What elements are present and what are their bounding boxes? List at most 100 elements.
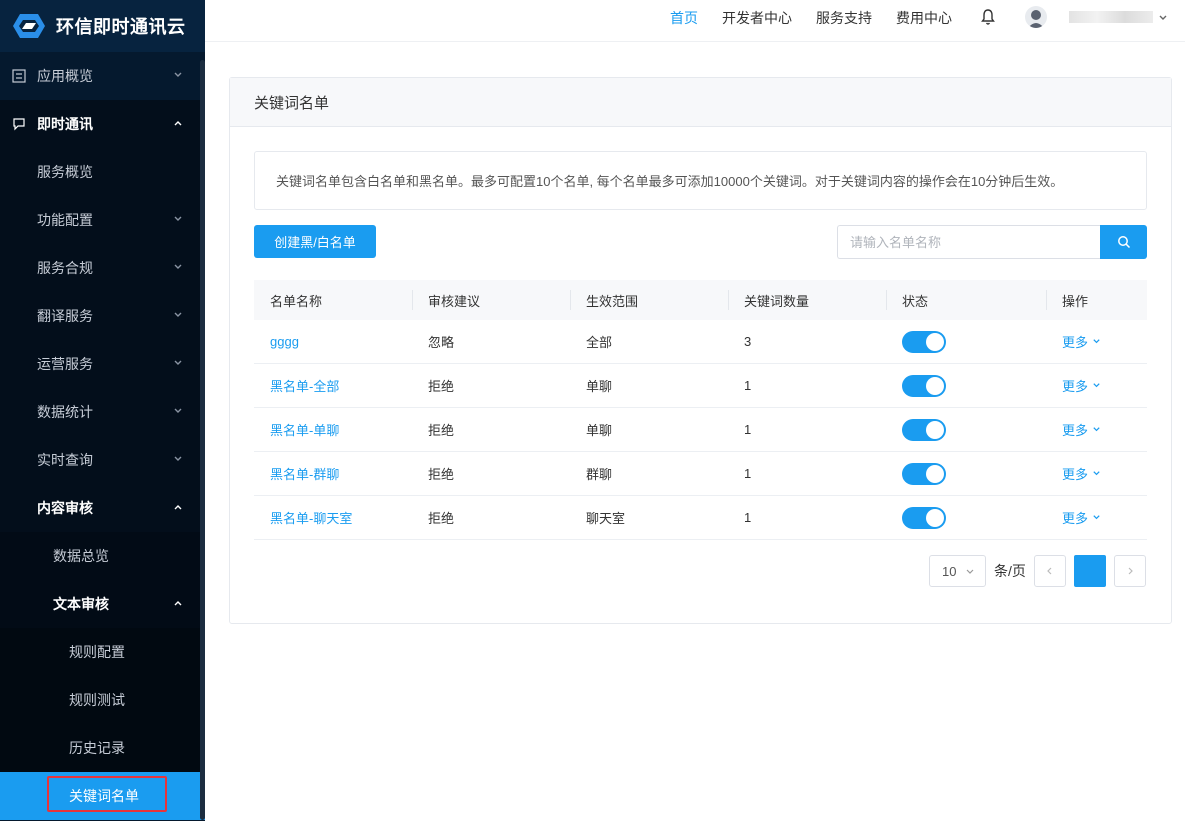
count-cell: 1 — [744, 422, 752, 437]
advice-cell: 忽略 — [428, 335, 455, 350]
scope-cell: 单聊 — [586, 379, 613, 394]
sidebar-item-label: 数据总览 — [53, 548, 109, 564]
more-actions-dropdown[interactable]: 更多 — [1062, 464, 1101, 483]
count-cell: 1 — [744, 378, 752, 393]
sidebar-item-label: 服务合规 — [37, 260, 93, 276]
sidebar-item-label: 服务概览 — [37, 164, 93, 180]
sidebar-item-operations[interactable]: 运营服务 — [0, 340, 205, 388]
sidebar-item-label: 实时查询 — [37, 452, 93, 468]
search-button[interactable] — [1100, 225, 1147, 259]
avatar[interactable] — [1025, 6, 1047, 28]
top-bar: 首页 开发者中心 服务支持 费用中心 — [205, 0, 1185, 42]
more-actions-dropdown[interactable]: 更多 — [1062, 376, 1101, 395]
topnav-developer-center[interactable]: 开发者中心 — [722, 8, 792, 28]
chevron-down-icon — [174, 456, 182, 461]
sidebar-item-label: 数据统计 — [37, 404, 93, 420]
prev-page-button[interactable] — [1033, 555, 1066, 587]
user-name-redacted[interactable] — [1069, 11, 1153, 23]
chevron-up-icon — [174, 601, 182, 606]
list-name-link[interactable]: 黑名单-全部 — [270, 376, 339, 395]
more-actions-dropdown[interactable]: 更多 — [1062, 332, 1101, 351]
sidebar-item-keyword-list[interactable]: 关键词名单 — [0, 772, 205, 820]
table-row: 黑名单-全部 拒绝 单聊 1 更多 — [254, 364, 1147, 408]
sidebar-item-im[interactable]: 即时通讯 — [0, 100, 205, 148]
search-icon — [1117, 236, 1130, 249]
sidebar-item-statistics[interactable]: 数据统计 — [0, 388, 205, 436]
sidebar-item-service-overview[interactable]: 服务概览 — [0, 148, 205, 196]
list-name-link[interactable]: 黑名单-单聊 — [270, 420, 339, 439]
chevron-down-icon[interactable] — [1158, 13, 1168, 23]
search-input[interactable] — [837, 225, 1101, 259]
chevron-up-icon — [174, 121, 182, 126]
advice-cell: 拒绝 — [428, 511, 455, 526]
list-name-link[interactable]: gggg — [270, 334, 299, 349]
list-icon — [12, 69, 26, 83]
chevron-right-icon — [1128, 567, 1133, 575]
more-label: 更多 — [1062, 423, 1089, 438]
sidebar-nav: 应用概览 即时通讯 服务概览 功能配置 服务合规 翻译服务 运营服务 数据统计 … — [0, 52, 205, 820]
sidebar: 环信即时通讯云 应用概览 即时通讯 服务概览 功能配置 服务合规 翻译服务 运营… — [0, 0, 205, 821]
col-header-scope: 生效范围 — [570, 280, 728, 320]
chevron-down-icon — [1093, 515, 1100, 520]
app-title: 环信即时通讯云 — [56, 17, 186, 37]
current-page-button[interactable] — [1073, 555, 1106, 587]
list-name-link[interactable]: 黑名单-群聊 — [270, 464, 339, 483]
more-actions-dropdown[interactable]: 更多 — [1062, 420, 1101, 439]
more-label: 更多 — [1062, 335, 1089, 350]
status-toggle[interactable] — [902, 330, 946, 353]
table-row: gggg 忽略 全部 3 更多 — [254, 320, 1147, 364]
more-label: 更多 — [1062, 379, 1089, 394]
sidebar-item-history[interactable]: 历史记录 — [0, 724, 205, 772]
more-actions-dropdown[interactable]: 更多 — [1062, 508, 1101, 527]
sidebar-item-text-moderation[interactable]: 文本审核 — [0, 580, 205, 628]
advice-cell: 拒绝 — [428, 423, 455, 438]
create-list-button[interactable]: 创建黑/白名单 — [254, 225, 376, 258]
table-row: 黑名单-聊天室 拒绝 聊天室 1 更多 — [254, 496, 1147, 540]
chevron-down-icon — [966, 569, 974, 574]
keyword-list-panel: 关键词名单 关键词名单包含白名单和黑名单。最多可配置10个名单, 每个名单最多可… — [229, 77, 1172, 624]
per-page-label: 条/页 — [994, 563, 1026, 579]
sidebar-item-label: 内容审核 — [37, 500, 93, 516]
chevron-left-icon — [1047, 567, 1052, 575]
bell-icon[interactable] — [980, 8, 996, 26]
page-size-select[interactable]: 10 — [929, 555, 986, 587]
chevron-down-icon — [1093, 383, 1100, 388]
chevron-down-icon — [174, 360, 182, 365]
list-name-link[interactable]: 黑名单-聊天室 — [270, 508, 352, 527]
highlight-box — [47, 776, 167, 812]
status-toggle[interactable] — [902, 506, 946, 529]
sidebar-item-content-moderation[interactable]: 内容审核 — [0, 484, 205, 532]
sidebar-item-app-overview[interactable]: 应用概览 — [0, 52, 205, 100]
count-cell: 1 — [744, 466, 752, 481]
sidebar-item-data-overview[interactable]: 数据总览 — [0, 532, 205, 580]
sidebar-scrollbar[interactable] — [200, 60, 205, 820]
sidebar-item-label: 翻译服务 — [37, 308, 93, 324]
status-toggle[interactable] — [902, 462, 946, 485]
sidebar-item-label: 历史记录 — [69, 740, 125, 756]
col-header-status: 状态 — [886, 280, 1046, 320]
sidebar-item-compliance[interactable]: 服务合规 — [0, 244, 205, 292]
notice-box: 关键词名单包含白名单和黑名单。最多可配置10个名单, 每个名单最多可添加1000… — [254, 151, 1147, 210]
col-header-advice: 审核建议 — [412, 280, 570, 320]
status-toggle[interactable] — [902, 418, 946, 441]
sidebar-item-realtime-query[interactable]: 实时查询 — [0, 436, 205, 484]
chat-bubble-icon — [13, 118, 25, 131]
topnav-support[interactable]: 服务支持 — [816, 8, 872, 28]
scope-cell: 聊天室 — [586, 511, 626, 526]
status-toggle[interactable] — [902, 374, 946, 397]
notice-text: 关键词名单包含白名单和黑名单。最多可配置10个名单, 每个名单最多可添加1000… — [276, 174, 1064, 189]
panel-title: 关键词名单 — [230, 78, 1171, 127]
topnav-home[interactable]: 首页 — [670, 8, 698, 28]
sidebar-item-feature-config[interactable]: 功能配置 — [0, 196, 205, 244]
scope-cell: 全部 — [586, 335, 613, 350]
sidebar-item-label: 即时通讯 — [37, 116, 93, 132]
sidebar-item-rule-test[interactable]: 规则测试 — [0, 676, 205, 724]
next-page-button[interactable] — [1113, 555, 1146, 587]
sidebar-item-translation[interactable]: 翻译服务 — [0, 292, 205, 340]
chevron-down-icon — [174, 72, 182, 77]
topnav-billing[interactable]: 费用中心 — [896, 8, 952, 28]
logo[interactable]: 环信即时通讯云 — [0, 0, 205, 52]
chevron-up-icon — [174, 505, 182, 510]
chevron-down-icon — [1093, 427, 1100, 432]
sidebar-item-rule-config[interactable]: 规则配置 — [0, 628, 205, 676]
